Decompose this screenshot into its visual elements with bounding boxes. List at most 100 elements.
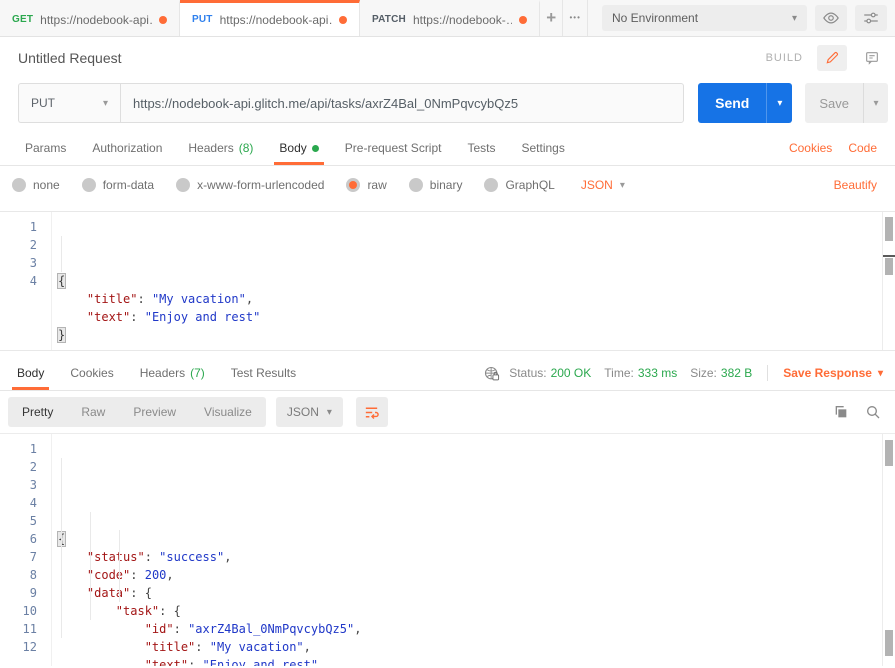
scrollbar-thumb[interactable] <box>885 258 893 275</box>
tab-options-button[interactable]: ••• <box>563 0 588 36</box>
save-options-button[interactable]: ▾ <box>863 83 888 123</box>
response-body-editor: 123456789101112 { "status": "success", "… <box>0 433 895 666</box>
line-number: 4 <box>29 496 37 510</box>
search-response-button[interactable] <box>865 404 881 420</box>
beautify-link[interactable]: Beautify <box>834 178 877 192</box>
code-line: "data": { <box>58 584 881 602</box>
tab-tests[interactable]: Tests <box>454 131 508 165</box>
environment-value: No Environment <box>612 11 699 25</box>
scrollbar-thumb[interactable] <box>885 440 893 466</box>
request-body-editor: 1 2 3 4 { "title": "My vacation", "text": "… <box>0 211 895 351</box>
comments-button[interactable] <box>857 45 887 71</box>
tab-authorization[interactable]: Authorization <box>79 131 175 165</box>
body-type-GraphQL[interactable]: GraphQL <box>484 178 555 192</box>
response-meta: Status: 200 OK Time: 333 ms Size: 382 B Save … <box>483 356 891 390</box>
json-punctuation <box>58 604 116 618</box>
indent-guide <box>61 236 62 272</box>
json-punctuation: : <box>188 658 203 666</box>
tab-url-label: https://nodebook-… <box>412 12 512 27</box>
line-number: 9 <box>29 586 37 600</box>
divider <box>767 365 769 381</box>
url-input[interactable]: https://nodebook-api.glitch.me/api/tasks… <box>120 83 685 123</box>
tab-url-label: https://nodebook-api… <box>219 12 332 27</box>
send-button-group: Send ▾ <box>698 83 793 123</box>
send-options-button[interactable]: ▾ <box>766 83 793 123</box>
response-tab-cookies[interactable]: Cookies <box>57 356 126 390</box>
editor-scrollbar[interactable] <box>882 434 895 666</box>
request-tabs-strip: GET https://nodebook-api… PUT https://nodeb… <box>0 0 540 36</box>
json-punctuation <box>58 550 87 564</box>
json-punctuation <box>58 640 145 654</box>
editor-code-area[interactable]: { "status": "success", "code": 200, "dat… <box>53 434 881 666</box>
tab-settings[interactable]: Settings <box>509 131 578 165</box>
tab-body[interactable]: Body <box>266 131 331 165</box>
json-string: "Enjoy and rest" <box>144 310 261 324</box>
method-selector[interactable]: PUT ▾ <box>18 83 120 123</box>
view-tab-preview[interactable]: Preview <box>119 397 190 427</box>
environment-settings-button[interactable] <box>855 5 887 31</box>
radio-icon <box>176 178 191 192</box>
method-value: PUT <box>31 96 55 110</box>
pencil-icon <box>826 51 839 64</box>
request-tab[interactable]: PATCH https://nodebook-… <box>360 0 540 36</box>
network-lock-icon <box>485 366 500 380</box>
save-button[interactable]: Save <box>805 83 863 123</box>
copy-response-button[interactable] <box>833 404 849 420</box>
tab-bar: GET https://nodebook-api… PUT https://nodeb… <box>0 0 895 37</box>
json-number: 200 <box>144 568 167 582</box>
request-tab[interactable]: PUT https://nodebook-api… <box>180 0 360 36</box>
tab-url-label: https://nodebook-api… <box>40 12 152 27</box>
request-tab[interactable]: GET https://nodebook-api… <box>0 0 180 36</box>
response-tab-test-results[interactable]: Test Results <box>218 356 309 390</box>
view-tab-pretty[interactable]: Pretty <box>8 397 67 427</box>
view-tab-visualize[interactable]: Visualize <box>190 397 266 427</box>
response-language-selector[interactable]: JSON ▾ <box>275 397 343 427</box>
request-name: Untitled Request <box>18 50 122 66</box>
body-language-selector[interactable]: JSON ▾ <box>581 178 625 192</box>
body-type-none[interactable]: none <box>12 178 60 192</box>
environment-selector[interactable]: No Environment ▾ <box>602 5 807 31</box>
tab-label: Tests <box>467 141 496 155</box>
json-punctuation: , <box>318 658 326 666</box>
tab-headers[interactable]: Headers (8) <box>175 131 266 165</box>
body-language-value: JSON <box>580 178 613 192</box>
new-tab-button[interactable]: + <box>540 0 564 36</box>
radio-icon <box>484 178 499 192</box>
wrap-lines-button[interactable] <box>355 397 388 427</box>
body-type-binary[interactable]: binary <box>408 178 462 192</box>
tab-method-label: PATCH <box>372 14 406 25</box>
code-line: "text": "Enjoy and rest", <box>58 656 881 666</box>
scrollbar-thumb[interactable] <box>885 217 893 241</box>
body-type-x-www-form-urlencoded[interactable]: x-www-form-urlencoded <box>176 178 324 192</box>
tab-label: Headers <box>139 366 186 380</box>
response-tab-headers[interactable]: Headers (7) <box>127 356 218 390</box>
code-link[interactable]: Code <box>848 141 877 155</box>
editor-scrollbar[interactable] <box>882 212 895 350</box>
tab-label: Params <box>25 141 67 155</box>
meta-time: Time: 333 ms <box>604 366 677 380</box>
body-type-raw[interactable]: raw <box>346 178 387 192</box>
response-tab-body[interactable]: Body <box>4 356 57 390</box>
json-key: "status" <box>86 550 145 564</box>
environment-quick-look-button[interactable] <box>815 5 847 31</box>
line-number: 10 <box>22 604 37 618</box>
response-toolbar-right <box>833 404 885 420</box>
request-tabs-links: Cookies Code <box>789 131 883 165</box>
edit-request-button[interactable] <box>817 45 847 71</box>
code-line: "title": "My vacation", <box>58 638 881 656</box>
sliders-icon <box>864 12 878 24</box>
cookies-link[interactable]: Cookies <box>789 141 832 155</box>
tab-params[interactable]: Params <box>12 131 79 165</box>
json-key: "task" <box>115 604 160 618</box>
body-type-form-data[interactable]: form-data <box>81 178 154 192</box>
tab-method-label: PUT <box>192 14 213 25</box>
save-response-button[interactable]: Save Response ▾ <box>783 366 883 380</box>
view-tab-raw[interactable]: Raw <box>67 397 119 427</box>
meta-value: 333 ms <box>637 366 678 380</box>
json-key: "data" <box>86 586 131 600</box>
send-button[interactable]: Send <box>698 83 767 123</box>
scrollbar-thumb[interactable] <box>885 630 893 656</box>
editor-code-area[interactable]: { "title": "My vacation", "text": "Enjoy… <box>53 212 881 350</box>
request-tabs-list: Params Authorization Headers (8) Body Pre-req… <box>12 131 578 165</box>
tab-pre-request-script[interactable]: Pre-request Script <box>332 131 455 165</box>
